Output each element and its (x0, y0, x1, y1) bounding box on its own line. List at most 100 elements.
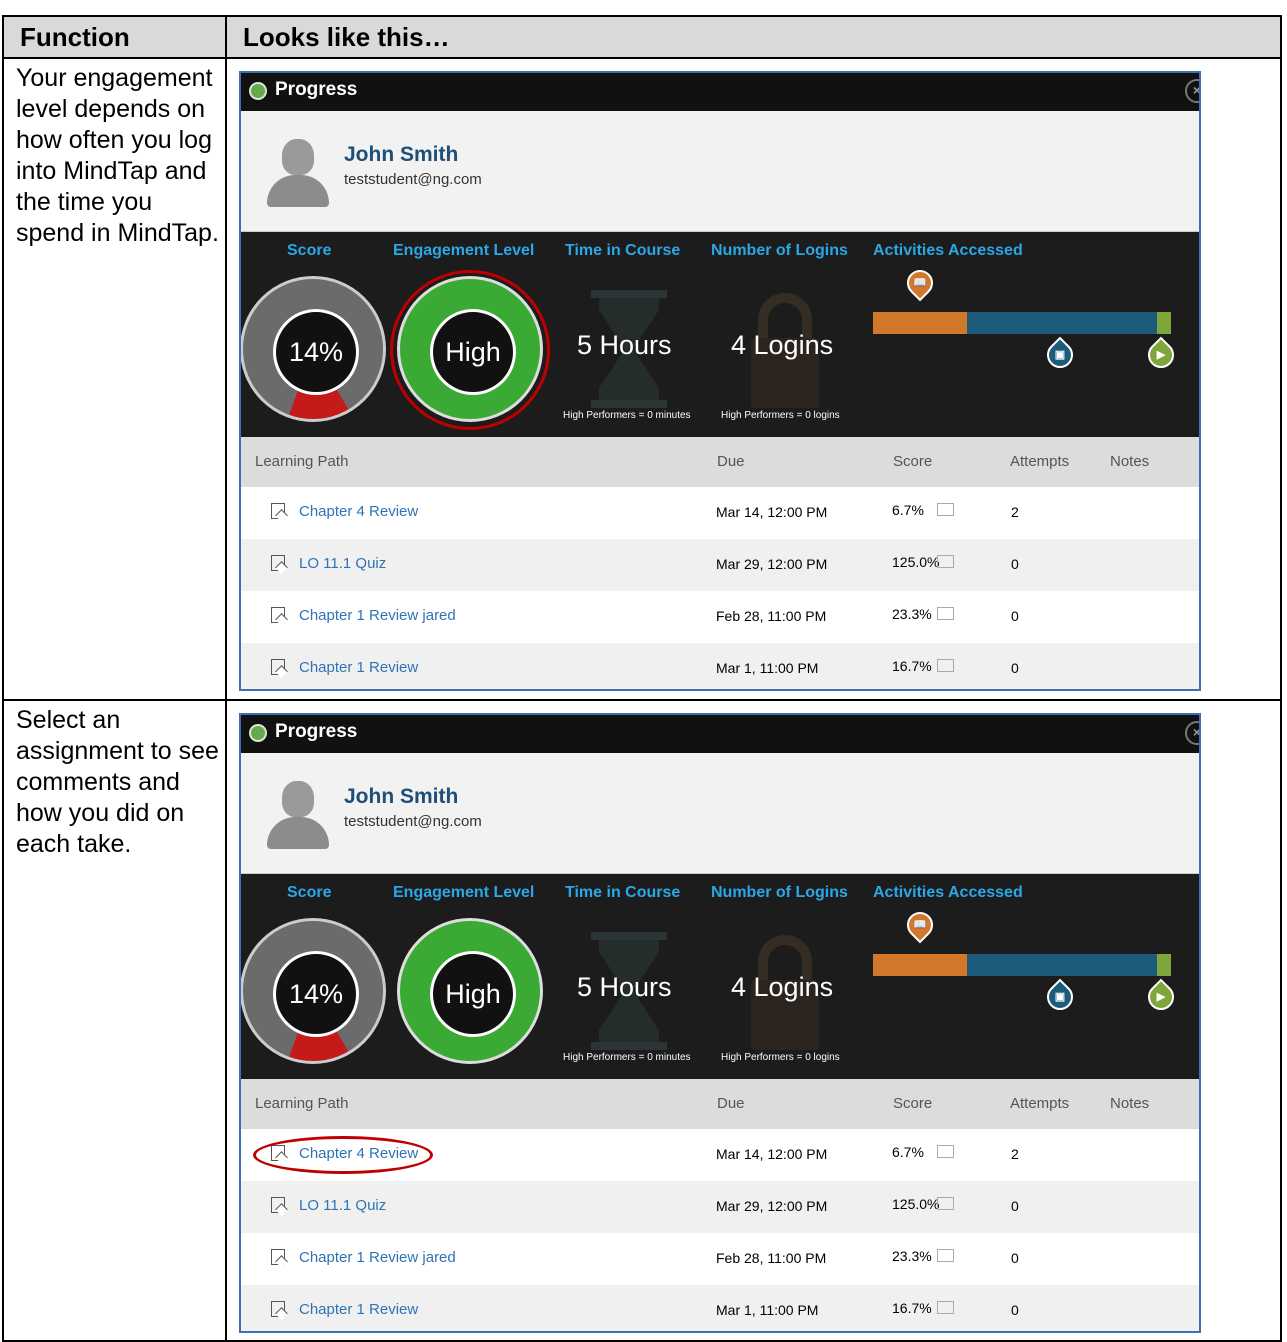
comment-icon[interactable] (937, 1249, 954, 1262)
score-donut[interactable]: 14% (241, 918, 386, 1064)
assignment-due: Mar 14, 12:00 PM (716, 1146, 828, 1162)
activity-bar-assessment[interactable] (967, 312, 1157, 334)
play-marker-icon[interactable]: ▶ (1142, 336, 1180, 374)
activity-bar-reading[interactable] (873, 312, 967, 334)
engagement-donut[interactable]: High (397, 918, 543, 1064)
activity-bar-reading[interactable] (873, 954, 967, 976)
col-learning-path[interactable]: Learning Path (255, 453, 348, 470)
assignment-score: 6.7% (892, 502, 924, 518)
assignment-due: Feb 28, 11:00 PM (716, 1250, 827, 1266)
assignment-attempts: 0 (1011, 1198, 1019, 1214)
avatar (263, 779, 333, 849)
comment-icon[interactable] (937, 1197, 954, 1210)
table-row[interactable]: LO 11.1 Quiz Mar 29, 12:00 PM 125.0% 0 (241, 539, 1199, 591)
table-row[interactable]: Chapter 4 Review Mar 14, 12:00 PM 6.7% 2 (241, 487, 1199, 539)
assignment-doc-icon (271, 1197, 285, 1213)
time-note: High Performers = 0 minutes (563, 1052, 691, 1063)
assignment-score: 23.3% (892, 1248, 932, 1264)
activity-bar-media[interactable] (1157, 312, 1171, 334)
book-marker-icon[interactable]: 📖 (901, 906, 939, 944)
assignment-attempts: 0 (1011, 1250, 1019, 1266)
assessment-marker-icon[interactable]: ▣ (1041, 336, 1079, 374)
table-row[interactable]: Chapter 1 Review Mar 1, 11:00 PM 16.7% 0 (241, 643, 1199, 689)
comment-icon[interactable] (937, 555, 954, 568)
time-value: 5 Hours (577, 972, 672, 1002)
table-row[interactable]: LO 11.1 Quiz Mar 29, 12:00 PM 125.0% 0 (241, 1181, 1199, 1233)
stats-section: Score Engagement Level Time in Course Nu… (241, 232, 1199, 437)
engagement-highlight-circle (390, 270, 550, 430)
assignment-attempts: 0 (1011, 660, 1019, 676)
assignment-doc-icon (271, 503, 285, 519)
user-email: teststudent@ng.com (344, 813, 482, 830)
col-notes: Notes (1110, 1095, 1150, 1112)
comment-icon[interactable] (937, 659, 954, 672)
score-value: 14% (273, 951, 359, 1037)
col-due[interactable]: Due (717, 453, 745, 470)
activity-bar-assessment[interactable] (967, 954, 1157, 976)
assignment-due: Mar 14, 12:00 PM (716, 504, 828, 520)
row1-screenshot-cell: Progress × John Smith teststudent@ng.com… (225, 57, 1282, 701)
table-row[interactable]: Chapter 1 Review jared Feb 28, 11:00 PM … (241, 591, 1199, 643)
assignment-link[interactable]: Chapter 1 Review jared (299, 607, 456, 624)
assignment-score: 6.7% (892, 1144, 924, 1160)
assignment-due: Mar 1, 11:00 PM (716, 1302, 819, 1318)
table-row[interactable]: Chapter 4 Review Mar 14, 12:00 PM 6.7% 2 (241, 1129, 1199, 1181)
assignment-link[interactable]: Chapter 1 Review (299, 1301, 418, 1318)
assignment-link[interactable]: Chapter 4 Review (299, 503, 418, 520)
comment-icon[interactable] (937, 1145, 954, 1158)
score-donut[interactable]: 14% (241, 276, 386, 422)
close-icon[interactable]: × (1185, 721, 1199, 745)
col-learning-path[interactable]: Learning Path (255, 1095, 348, 1112)
assignment-score: 16.7% (892, 1300, 932, 1316)
score-label: Score (287, 884, 332, 901)
mindtap-logo-icon (249, 724, 267, 742)
assignment-link[interactable]: LO 11.1 Quiz (299, 555, 386, 572)
progress-panel-2: Progress × John Smith teststudent@ng.com… (239, 713, 1201, 1333)
assignment-due: Mar 1, 11:00 PM (716, 660, 819, 676)
assignment-doc-icon (271, 1249, 285, 1265)
activity-bar-media[interactable] (1157, 954, 1171, 976)
assessment-marker-icon[interactable]: ▣ (1041, 978, 1079, 1016)
row2-description: Select an assignment to see comments and… (2, 699, 227, 1342)
row2-screenshot-cell: Progress × John Smith teststudent@ng.com… (225, 699, 1282, 1342)
play-marker-icon[interactable]: ▶ (1142, 978, 1180, 1016)
assignment-score: 16.7% (892, 658, 932, 674)
user-email: teststudent@ng.com (344, 171, 482, 188)
comment-icon[interactable] (937, 1301, 954, 1314)
assignment-doc-icon (271, 1301, 285, 1317)
col-score[interactable]: Score (893, 453, 932, 470)
col-score[interactable]: Score (893, 1095, 932, 1112)
assignment-link[interactable]: Chapter 1 Review (299, 659, 418, 676)
assignment-doc-icon (271, 659, 285, 675)
table-row[interactable]: Chapter 1 Review Mar 1, 11:00 PM 16.7% 0 (241, 1285, 1199, 1331)
assignment-doc-icon (271, 607, 285, 623)
time-value: 5 Hours (577, 330, 672, 360)
book-marker-icon[interactable]: 📖 (901, 264, 939, 302)
avatar (263, 137, 333, 207)
time-label: Time in Course (565, 242, 681, 259)
activities-label[interactable]: Activities Accessed (873, 242, 1023, 260)
col-attempts[interactable]: Attempts (1010, 1095, 1069, 1112)
close-icon[interactable]: × (1185, 79, 1199, 103)
assignment-link[interactable]: Chapter 1 Review jared (299, 1249, 456, 1266)
comment-icon[interactable] (937, 503, 954, 516)
engagement-label: Engagement Level (393, 242, 535, 259)
comment-icon[interactable] (937, 607, 954, 620)
engagement-label: Engagement Level (393, 884, 535, 901)
assignment-list: Chapter 4 Review Mar 14, 12:00 PM 6.7% 2… (241, 487, 1199, 689)
row1-description: Your engagement level depends on how oft… (2, 57, 227, 701)
activities-label[interactable]: Activities Accessed (873, 884, 1023, 902)
stats-section: Score Engagement Level Time in Course Nu… (241, 874, 1199, 1079)
assignment-due: Mar 29, 12:00 PM (716, 556, 828, 572)
assignment-attempts: 0 (1011, 1302, 1019, 1318)
panel-title: Progress (275, 79, 358, 100)
assignment-attempts: 2 (1011, 1146, 1019, 1162)
time-note: High Performers = 0 minutes (563, 410, 691, 421)
col-due[interactable]: Due (717, 1095, 745, 1112)
document-table: Function Looks like this… Your engagemen… (2, 15, 1282, 1342)
table-row[interactable]: Chapter 1 Review jared Feb 28, 11:00 PM … (241, 1233, 1199, 1285)
col-attempts[interactable]: Attempts (1010, 453, 1069, 470)
assignment-attempts: 0 (1011, 556, 1019, 572)
assignment-link[interactable]: LO 11.1 Quiz (299, 1197, 386, 1214)
logins-label: Number of Logins (711, 884, 848, 901)
